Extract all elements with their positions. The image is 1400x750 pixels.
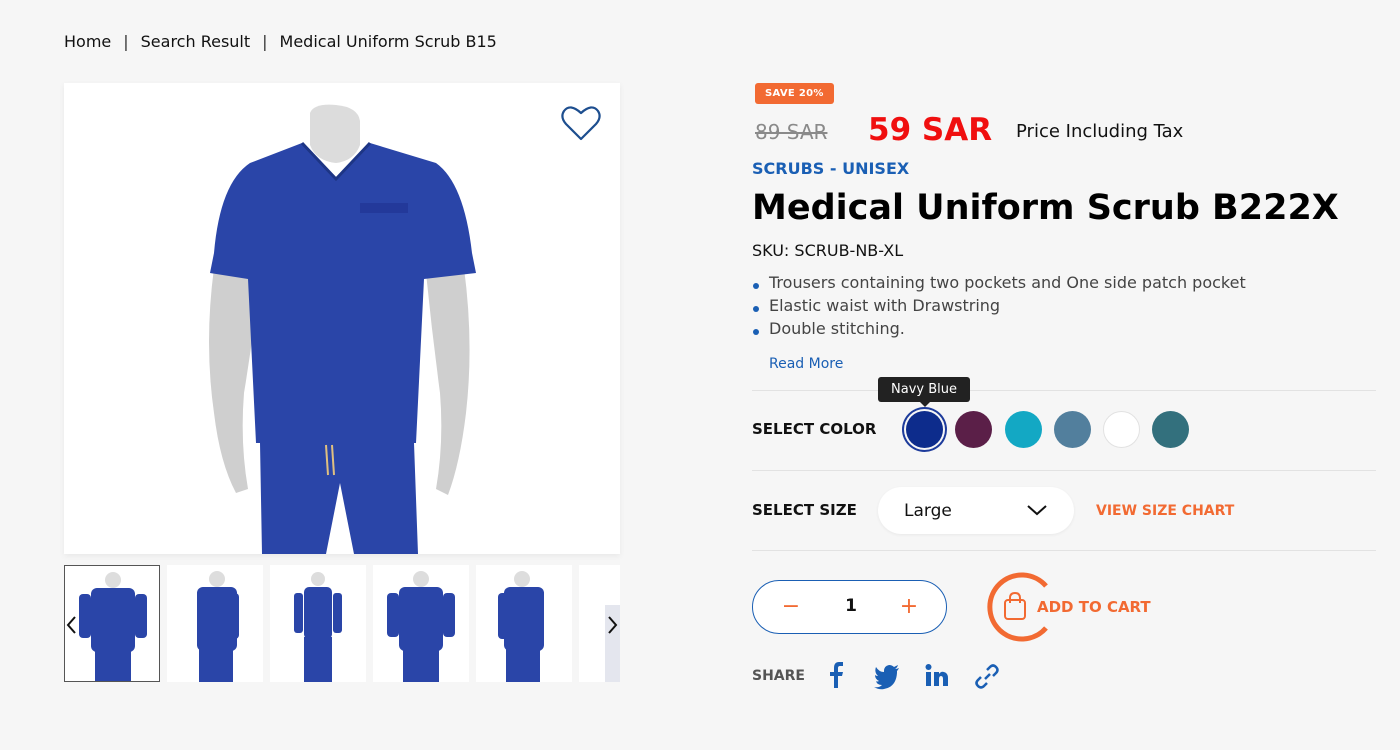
decrease-quantity-button[interactable]: −: [779, 594, 803, 620]
new-price: 59 SAR: [868, 112, 993, 148]
add-to-cart-button[interactable]: ADD TO CART: [980, 572, 1180, 642]
breadcrumb-current: Medical Uniform Scrub B15: [279, 32, 497, 51]
feature-item: Trousers containing two pockets and One …: [752, 273, 1246, 296]
size-dropdown[interactable]: Large: [878, 487, 1074, 534]
breadcrumb-home-link[interactable]: Home: [64, 32, 111, 51]
quantity-stepper: − 1 +: [752, 580, 947, 634]
divider: [752, 390, 1376, 391]
heart-icon[interactable]: [560, 103, 602, 143]
read-more-link[interactable]: Read More: [769, 356, 843, 372]
link-icon[interactable]: [974, 662, 1000, 690]
chevron-left-icon[interactable]: [64, 613, 80, 637]
twitter-icon[interactable]: [873, 662, 901, 690]
feature-item: Elastic waist with Drawstring: [752, 296, 1246, 319]
color-swatch-dark-teal[interactable]: [1152, 411, 1189, 448]
select-color-label: SELECT COLOR: [752, 420, 877, 438]
old-price: 89 SAR: [755, 120, 828, 144]
add-to-cart-label: ADD TO CART: [1037, 598, 1151, 616]
product-title: Medical Uniform Scrub B222X: [752, 188, 1339, 228]
quantity-value[interactable]: 1: [843, 596, 859, 616]
thumbnail[interactable]: [476, 565, 572, 682]
breadcrumb-separator: |: [262, 32, 268, 51]
shopping-bag-icon: [1004, 591, 1026, 620]
thumbnail[interactable]: [373, 565, 469, 682]
breadcrumb-search-link[interactable]: Search Result: [141, 32, 251, 51]
divider: [752, 550, 1376, 551]
color-swatch-steel-blue[interactable]: [1054, 411, 1091, 448]
chevron-down-icon: [1027, 505, 1047, 516]
view-size-chart-link[interactable]: VIEW SIZE CHART: [1096, 503, 1234, 519]
facebook-icon[interactable]: [827, 662, 847, 690]
thumbnail[interactable]: [270, 565, 366, 682]
chevron-right-icon[interactable]: [604, 613, 620, 637]
feature-list: Trousers containing two pockets and One …: [752, 273, 1246, 342]
product-category[interactable]: SCRUBS - UNISEX: [752, 159, 909, 178]
color-swatch-burgundy[interactable]: [955, 411, 992, 448]
color-swatch-white[interactable]: [1103, 411, 1140, 448]
share-label: SHARE: [752, 668, 805, 684]
divider: [752, 470, 1376, 471]
linkedin-icon[interactable]: [925, 662, 949, 690]
increase-quantity-button[interactable]: +: [897, 594, 921, 620]
product-sku: SKU: SCRUB-NB-XL: [752, 241, 904, 260]
scrub-mannequin-image: [209, 104, 476, 554]
thumbnail[interactable]: [167, 565, 263, 682]
select-size-label: SELECT SIZE: [752, 501, 857, 519]
feature-item: Double stitching.: [752, 319, 1246, 342]
thumbnail-strip: [64, 565, 620, 682]
breadcrumb-separator: |: [123, 32, 129, 51]
color-swatch-teal[interactable]: [1005, 411, 1042, 448]
tax-note: Price Including Tax: [1016, 121, 1184, 142]
discount-badge: SAVE 20%: [755, 83, 834, 104]
main-product-image[interactable]: [64, 83, 620, 554]
breadcrumb: Home | Search Result | Medical Uniform S…: [64, 32, 497, 51]
color-tooltip: Navy Blue: [878, 377, 970, 407]
size-selected-value: Large: [904, 501, 952, 521]
color-swatch-navy-blue[interactable]: [906, 411, 943, 448]
